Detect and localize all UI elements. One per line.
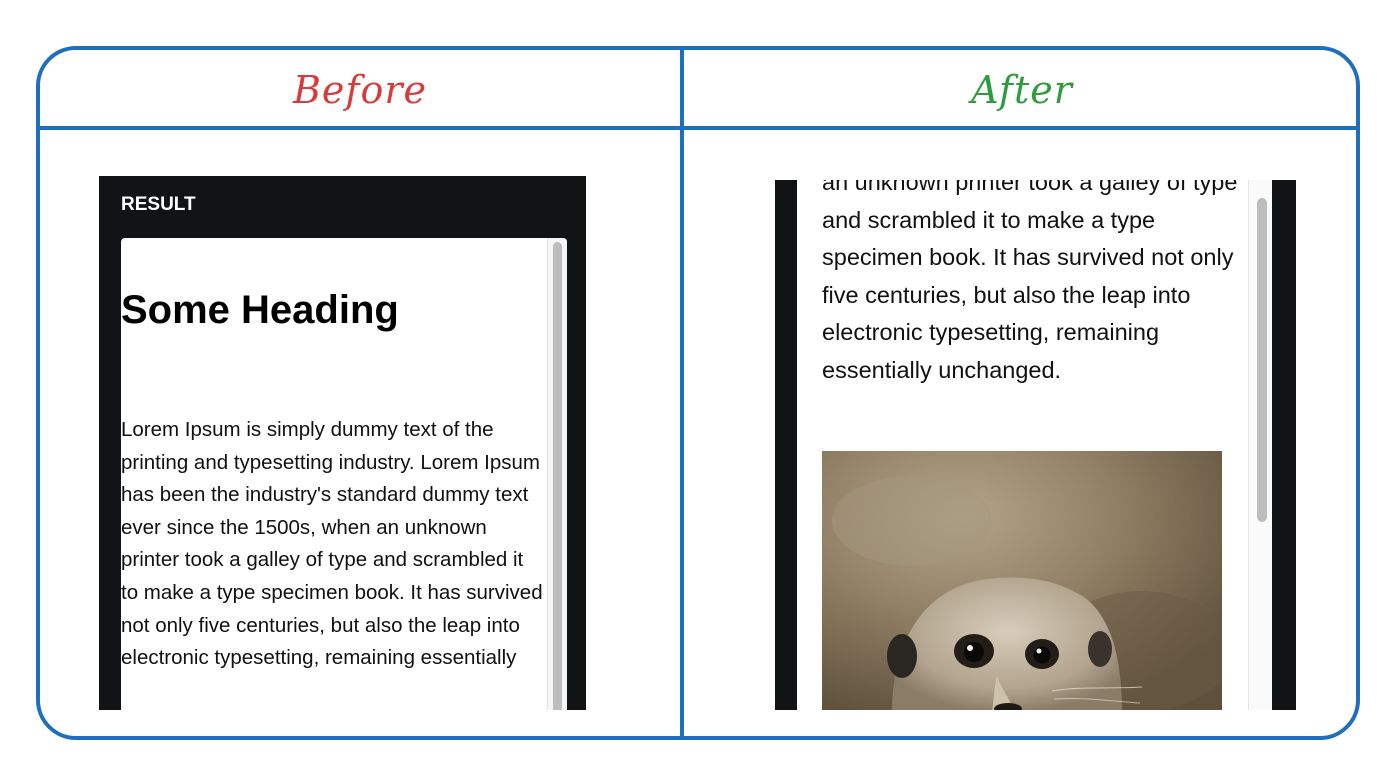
header-divider xyxy=(40,126,1356,130)
before-title: Before xyxy=(292,68,427,112)
before-result-panel: RESULT Some Heading Lorem Ipsum is simpl… xyxy=(99,176,586,710)
result-heading: Some Heading xyxy=(121,288,399,332)
meerkat-illustration xyxy=(822,451,1222,710)
after-scrollbar[interactable] xyxy=(1248,180,1272,710)
result-paragraph: Lorem Ipsum is simply dummy text of the … xyxy=(121,418,543,670)
result-label: RESULT xyxy=(121,194,196,215)
after-result-panel: an unknown printer took a galley of type… xyxy=(775,180,1296,710)
comparison-frame: Before After RESULT Some Heading Lorem I… xyxy=(36,46,1360,740)
result-preview-frame[interactable]: Some Heading Lorem Ipsum is simply dummy… xyxy=(121,238,567,710)
after-title: After xyxy=(971,68,1073,112)
before-scrollbar-thumb[interactable] xyxy=(553,242,562,710)
after-scrollbar-thumb[interactable] xyxy=(1257,198,1267,522)
meerkat-photo xyxy=(822,451,1222,710)
after-preview-frame[interactable]: an unknown printer took a galley of type… xyxy=(797,180,1272,710)
after-paragraph: an unknown printer took a galley of type… xyxy=(822,180,1238,383)
before-scrollbar[interactable] xyxy=(547,238,567,710)
vertical-divider xyxy=(680,50,684,736)
